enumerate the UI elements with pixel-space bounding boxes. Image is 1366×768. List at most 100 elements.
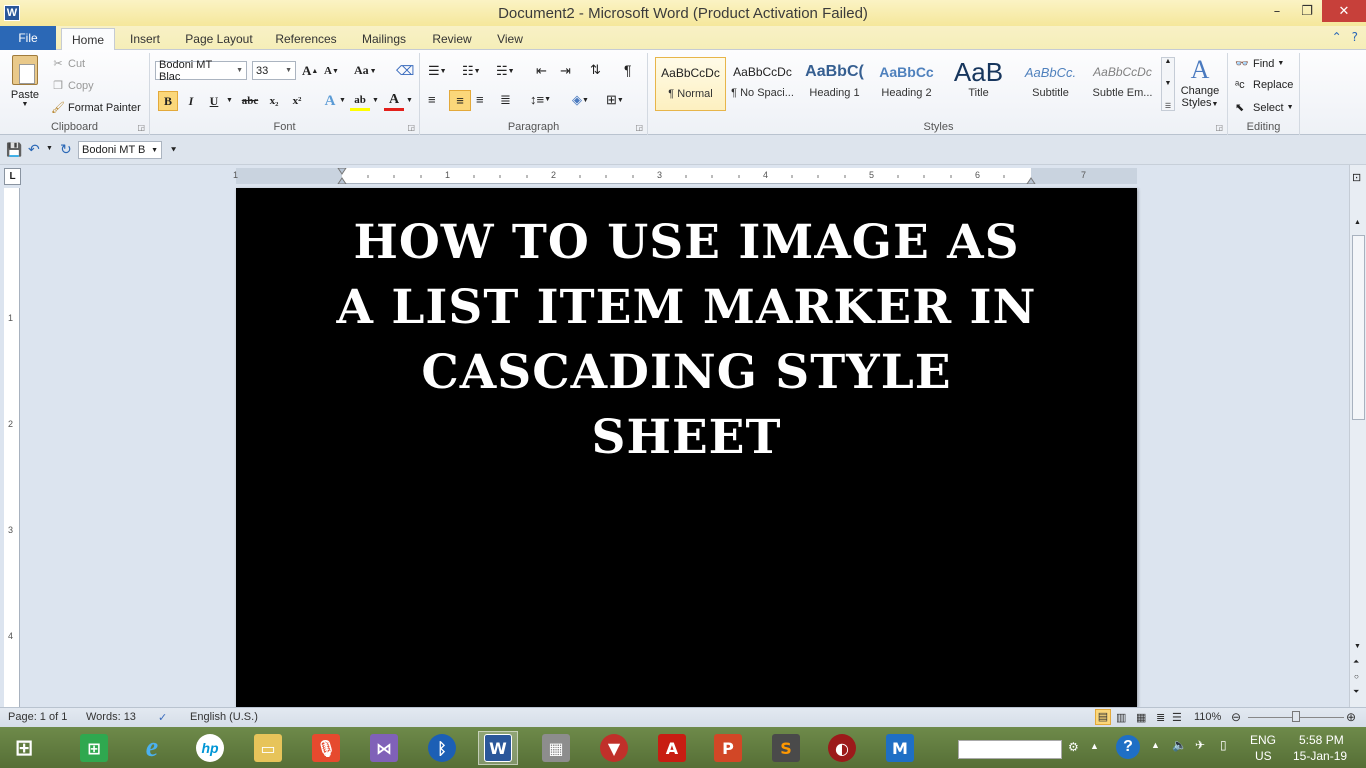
bluetooth-icon[interactable]: ᛒ — [422, 731, 462, 765]
outline-icon[interactable]: ≣ — [1156, 711, 1165, 724]
tab-mailings[interactable]: Mailings — [354, 28, 414, 50]
dialog-launcher-icon[interactable]: ◲ — [407, 123, 415, 132]
word-app-icon[interactable]: W — [4, 5, 20, 21]
tab-insert[interactable]: Insert — [122, 28, 168, 50]
styles-gallery-scroll[interactable]: ▲ ▼ ☰ — [1161, 57, 1175, 111]
tab-selector[interactable]: L — [4, 168, 21, 185]
grow-font-button[interactable]: A ▲ — [302, 63, 318, 79]
dialog-launcher-icon[interactable]: ◲ — [1215, 123, 1223, 132]
minimize-button[interactable]: – — [1262, 0, 1292, 22]
previous-page-icon[interactable]: ⏶ — [1353, 657, 1359, 667]
file-explorer-icon[interactable]: ▭ — [248, 731, 288, 765]
input-language-bottom[interactable]: US — [1255, 749, 1272, 763]
minimize-ribbon-icon[interactable]: ⌃ — [1332, 30, 1342, 44]
close-button[interactable]: ✕ — [1322, 0, 1366, 22]
paste-button[interactable]: Paste ▼ — [8, 55, 42, 108]
clock-date[interactable]: 15-Jan-19 — [1293, 749, 1347, 763]
decrease-indent-button[interactable]: ⇤ — [536, 63, 547, 79]
sort-button[interactable]: ⇅ — [590, 62, 601, 78]
horizontal-ruler[interactable]: 1 1 2 3 4 5 6 7 — [233, 168, 1137, 184]
hp-icon[interactable]: hp — [190, 731, 230, 765]
show-marks-button[interactable]: ¶ — [624, 62, 632, 78]
multilevel-list-button[interactable]: ☵ ▼ — [496, 63, 515, 79]
find-button[interactable]: 👓 Find ▼ — [1235, 57, 1284, 71]
language-indicator[interactable]: English (U.S.) — [190, 711, 258, 723]
dialog-launcher-icon[interactable]: ◲ — [635, 123, 643, 132]
chevron-down-icon[interactable]: ▼ — [1287, 104, 1294, 111]
chevron-up-icon[interactable]: ▲ — [1165, 58, 1172, 65]
full-screen-reading-icon[interactable]: ▥ — [1116, 711, 1126, 724]
superscript-button[interactable]: x² — [287, 91, 307, 111]
firewall-icon[interactable]: ▦ — [536, 731, 576, 765]
save-icon[interactable]: 💾 — [6, 142, 22, 158]
bold-button[interactable]: B — [158, 91, 178, 111]
font-color-button[interactable]: A — [384, 91, 404, 111]
undo-icon[interactable]: ↶ — [28, 141, 40, 158]
increase-indent-button[interactable]: ⇥ — [560, 63, 571, 79]
battery-icon[interactable]: ▯ — [1220, 738, 1227, 752]
shrink-font-button[interactable]: A ▼ — [324, 65, 339, 77]
tab-file[interactable]: File — [0, 26, 56, 50]
taskbar-search-box[interactable] — [958, 740, 1062, 759]
style-subtitle[interactable]: AaBbCc. Subtitle — [1015, 57, 1086, 111]
qat-font-box[interactable]: Bodoni MT B ▼ — [78, 141, 162, 159]
chevron-up-icon[interactable]: ▲ — [1090, 741, 1099, 751]
vertical-scrollbar[interactable]: ⊡ ▲ ▼ ⏶ ○ ⏷ — [1349, 165, 1366, 707]
page-count[interactable]: Page: 1 of 1 — [8, 711, 67, 723]
replace-button[interactable]: ᵃc Replace — [1235, 79, 1293, 91]
strikethrough-button[interactable]: abc — [238, 91, 262, 111]
web-layout-icon[interactable]: ▦ — [1136, 711, 1146, 724]
ruler-toggle-icon[interactable]: ⊡ — [1352, 171, 1361, 184]
volume-icon[interactable]: 🔈 — [1172, 738, 1187, 752]
airplane-mode-icon[interactable]: ✈ — [1195, 738, 1205, 752]
acrobat-icon[interactable]: A — [652, 731, 692, 765]
customize-qat-icon[interactable]: ⯆ — [170, 145, 177, 156]
font-name-box[interactable]: Bodoni MT Blac ▼ — [155, 59, 247, 83]
start-button[interactable]: ⊞ — [4, 731, 44, 765]
italic-button[interactable]: I — [181, 91, 201, 111]
style-heading-1[interactable]: AaBbC( Heading 1 — [799, 57, 870, 111]
change-styles-button[interactable]: A Change Styles▼ — [1178, 55, 1222, 109]
draft-icon[interactable]: ☰ — [1172, 711, 1182, 724]
redo-icon[interactable]: ↻ — [60, 141, 72, 158]
select-button[interactable]: ⬉ Select ▼ — [1235, 101, 1294, 115]
chevron-down-icon[interactable]: ▼ — [1277, 60, 1284, 67]
internet-explorer-icon[interactable]: e — [132, 731, 172, 765]
dialog-launcher-icon[interactable]: ◲ — [137, 123, 145, 132]
media-player-icon[interactable]: ▼ — [594, 731, 634, 765]
style-normal[interactable]: AaBbCcDc ¶ Normal — [655, 57, 726, 111]
chevron-down-icon[interactable]: ▼ — [226, 97, 233, 104]
format-painter-button[interactable]: 🖌 Format Painter — [50, 101, 141, 115]
tab-references[interactable]: References — [270, 28, 342, 50]
app-icon-red-circle[interactable]: ◐ — [822, 731, 862, 765]
browse-object-icon[interactable]: ○ — [1354, 672, 1359, 681]
justify-button[interactable]: ≣ — [500, 92, 511, 108]
chevron-down-icon[interactable]: ▼ — [339, 97, 346, 104]
numbering-button[interactable]: ☷ ▼ — [462, 63, 481, 79]
borders-button[interactable]: ⊞ ▼ — [606, 92, 624, 108]
text-effects-button[interactable]: A — [320, 91, 340, 111]
next-page-icon[interactable]: ⏷ — [1353, 687, 1359, 697]
help-icon[interactable]: ? — [1352, 30, 1358, 44]
chevron-down-icon[interactable]: ▼ — [372, 97, 379, 104]
scroll-down-icon[interactable]: ▼ — [1354, 643, 1361, 650]
tab-home[interactable]: Home — [61, 28, 115, 51]
document-heading[interactable]: HOW TO USE IMAGE AS A LIST ITEM MARKER I… — [327, 210, 1047, 470]
word-taskbar-icon[interactable]: W — [478, 731, 518, 765]
copy-button[interactable]: ❐ Copy — [50, 79, 94, 93]
style-no-spacing[interactable]: AaBbCcDc ¶ No Spaci... — [727, 57, 798, 111]
subscript-button[interactable]: x₂ — [264, 91, 284, 111]
show-hidden-icons[interactable]: ▲ — [1151, 740, 1160, 750]
shading-button[interactable]: ◈ ▼ — [572, 92, 589, 108]
store-icon[interactable]: ⊞ — [74, 731, 114, 765]
cut-button[interactable]: ✂ Cut — [50, 57, 85, 71]
bullets-button[interactable]: ☰ ▼ — [428, 63, 447, 79]
zoom-slider-thumb[interactable] — [1292, 711, 1300, 722]
document-page[interactable]: HOW TO USE IMAGE AS A LIST ITEM MARKER I… — [236, 188, 1137, 707]
chevron-down-icon[interactable]: ▼ — [151, 147, 158, 154]
more-icon[interactable]: ☰ — [1165, 102, 1171, 110]
proofing-icon[interactable]: ✓ — [158, 711, 167, 724]
highlight-button[interactable]: ab — [350, 91, 370, 111]
help-tray-icon[interactable]: ? — [1116, 735, 1140, 759]
change-case-button[interactable]: Aa ▼ — [354, 63, 377, 78]
